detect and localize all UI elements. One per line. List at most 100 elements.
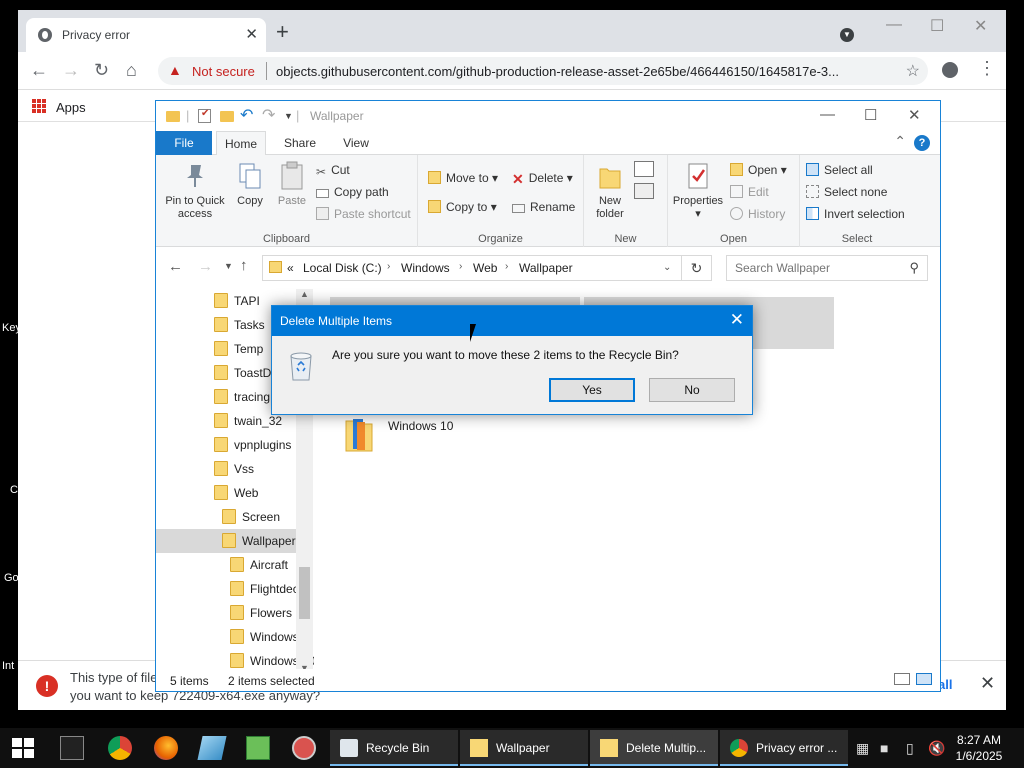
terminal-icon[interactable]: [60, 736, 84, 760]
chrome-icon[interactable]: [108, 736, 132, 760]
new-item-icon[interactable]: [634, 161, 654, 177]
open-button[interactable]: Open ▾: [730, 163, 787, 177]
pin-to-quick-access-button[interactable]: Pin to Quick access: [162, 161, 228, 221]
minimize-icon[interactable]: —: [886, 16, 902, 34]
history-button[interactable]: History: [730, 207, 785, 221]
edit-button[interactable]: Edit: [730, 185, 769, 199]
copy-button[interactable]: Copy: [232, 161, 268, 208]
search-box[interactable]: ⚲: [726, 255, 928, 281]
tree-item-selected[interactable]: Wallpaper: [156, 529, 296, 553]
new-tab-button[interactable]: +: [276, 21, 289, 43]
chevron-down-icon[interactable]: ⌄: [663, 262, 671, 273]
tree-item[interactable]: Windows: [230, 625, 299, 649]
tree-item[interactable]: Tasks: [214, 313, 265, 337]
tree-item[interactable]: Aircraft: [230, 553, 288, 577]
move-to-button[interactable]: Move to ▾: [428, 171, 498, 185]
scrollbar-thumb[interactable]: [299, 567, 310, 619]
warning-icon[interactable]: ▲: [168, 62, 182, 78]
apps-grid-icon[interactable]: [32, 99, 46, 113]
scroll-up-icon[interactable]: ▲: [300, 289, 309, 299]
app-icon[interactable]: [292, 736, 316, 760]
volume-muted-icon[interactable]: 🔇: [928, 740, 945, 757]
breadcrumb-item[interactable]: Windows: [401, 261, 450, 275]
profile-avatar[interactable]: [942, 62, 958, 78]
paste-button[interactable]: Paste: [272, 161, 312, 208]
tree-item[interactable]: Screen: [222, 505, 280, 529]
paste-shortcut-button[interactable]: Paste shortcut: [316, 207, 411, 221]
breadcrumb-item[interactable]: Local Disk (C:): [303, 261, 382, 275]
chevron-right-icon[interactable]: ›: [387, 261, 390, 272]
tree-item[interactable]: TAPI: [214, 289, 260, 313]
tab-view[interactable]: View: [330, 131, 382, 155]
file-item-label[interactable]: Windows 10: [388, 419, 453, 433]
notepad-icon[interactable]: [197, 736, 227, 760]
color-app-icon[interactable]: ■: [880, 740, 888, 756]
desktop-icon-label[interactable]: Int: [2, 660, 14, 672]
tab-search-icon[interactable]: ▼: [840, 28, 854, 42]
spreadsheet-icon[interactable]: [246, 736, 270, 760]
taskbar-task-delete-dialog[interactable]: Delete Multip...: [590, 730, 718, 766]
select-none-button[interactable]: Select none: [806, 185, 887, 199]
tree-item[interactable]: Temp: [214, 337, 263, 361]
usb-icon[interactable]: ▯: [906, 740, 914, 757]
new-folder-button[interactable]: New folder: [588, 161, 632, 221]
invert-selection-button[interactable]: Invert selection: [806, 207, 905, 221]
firefox-icon[interactable]: [154, 736, 178, 760]
system-clock[interactable]: 8:27 AM 1/6/2025: [950, 732, 1008, 764]
up-icon[interactable]: ↑: [240, 257, 248, 274]
details-view-icon[interactable]: [894, 673, 910, 685]
url-text[interactable]: objects.githubusercontent.com/github-pro…: [276, 64, 876, 79]
refresh-button[interactable]: ↻: [682, 255, 712, 281]
tab-file[interactable]: File: [156, 131, 212, 155]
tree-item[interactable]: tracing: [214, 385, 270, 409]
large-icons-view-icon[interactable]: [916, 673, 932, 685]
copy-path-button[interactable]: Copy path: [316, 185, 389, 199]
search-input[interactable]: [735, 261, 895, 275]
recent-locations-icon[interactable]: ▼: [224, 261, 233, 271]
close-tab-icon[interactable]: ✕: [245, 25, 258, 43]
menu-icon[interactable]: ⋮: [978, 58, 996, 79]
folder-icon[interactable]: [344, 415, 374, 453]
select-all-button[interactable]: Select all: [806, 163, 873, 177]
chevron-right-icon[interactable]: ›: [459, 261, 462, 272]
maximize-icon[interactable]: ☐: [864, 106, 877, 124]
easy-access-icon[interactable]: [634, 183, 654, 199]
tree-item[interactable]: Web: [214, 481, 258, 505]
bookmark-star-icon[interactable]: ☆: [906, 61, 920, 81]
no-button[interactable]: No: [649, 378, 735, 402]
tab-home[interactable]: Home: [216, 131, 266, 155]
address-box[interactable]: « Local Disk (C:) › Windows › Web › Wall…: [262, 255, 682, 281]
redo-icon[interactable]: ↷: [262, 105, 275, 125]
collapse-ribbon-icon[interactable]: ⌃: [894, 133, 906, 150]
tree-item[interactable]: Flightdeck: [230, 577, 305, 601]
browser-tab[interactable]: Privacy error ✕: [26, 18, 266, 52]
breadcrumb-item[interactable]: Wallpaper: [519, 261, 573, 275]
breadcrumb-item[interactable]: Web: [473, 261, 497, 275]
close-window-icon[interactable]: ✕: [974, 16, 987, 36]
properties-button[interactable]: Properties ▾: [670, 161, 726, 221]
search-icon[interactable]: ⚲: [909, 260, 919, 276]
maximize-icon[interactable]: ☐: [930, 16, 944, 36]
close-dialog-icon[interactable]: ✕: [730, 310, 744, 330]
chevron-right-icon[interactable]: ›: [505, 261, 508, 272]
new-folder-quick-icon[interactable]: [220, 111, 234, 122]
taskbar-task-browser[interactable]: Privacy error ...: [720, 730, 848, 766]
start-button[interactable]: [12, 738, 34, 758]
desktop-icon-label[interactable]: C: [10, 484, 18, 496]
yes-button[interactable]: Yes: [549, 378, 635, 402]
address-bar[interactable]: ▲ Not secure objects.githubusercontent.c…: [158, 57, 928, 85]
taskbar-task-recycle-bin[interactable]: Recycle Bin: [330, 730, 458, 766]
reload-icon[interactable]: ↻: [94, 60, 109, 81]
home-icon[interactable]: ⌂: [126, 60, 137, 81]
customize-quick-access-icon[interactable]: ▼: [284, 111, 293, 121]
forward-icon[interactable]: →: [198, 258, 213, 275]
apps-link[interactable]: Apps: [56, 100, 86, 115]
close-window-icon[interactable]: ✕: [908, 106, 921, 124]
back-icon[interactable]: ←: [30, 60, 48, 81]
taskbar-task-wallpaper[interactable]: Wallpaper: [460, 730, 588, 766]
desktop-icon-label[interactable]: Go: [4, 572, 19, 584]
delete-button[interactable]: ✕ Delete ▾: [512, 171, 573, 187]
tree-item[interactable]: Vss: [214, 457, 254, 481]
close-download-bar-icon[interactable]: ✕: [980, 673, 995, 694]
cut-button[interactable]: ✂ Cut: [316, 163, 350, 179]
